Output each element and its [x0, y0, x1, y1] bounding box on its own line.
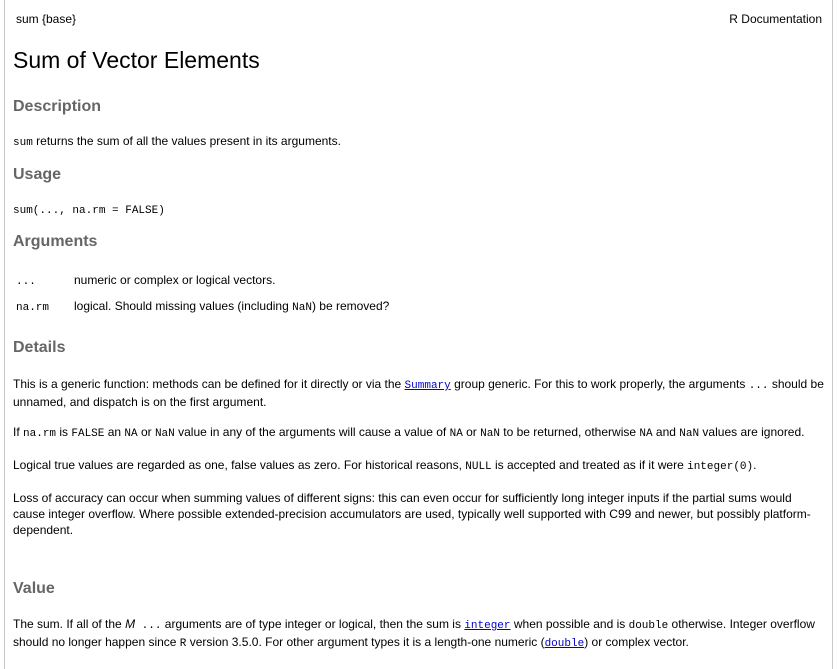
- argument-row: na.rm logical. Should missing values (in…: [13, 293, 389, 319]
- summary-link[interactable]: Summary: [405, 377, 451, 392]
- double-link[interactable]: double: [545, 635, 585, 650]
- value-heading: Value: [13, 580, 55, 597]
- argument-name: na.rm: [16, 301, 50, 314]
- usage-heading: Usage: [13, 166, 62, 183]
- argument-row: ... numeric or complex or logical vector…: [13, 267, 389, 293]
- usage-section: Usage sum(..., na.rm = FALSE): [13, 165, 824, 219]
- usage-code-block: sum(..., na.rm = FALSE): [13, 201, 824, 219]
- arguments-heading: Arguments: [13, 233, 98, 250]
- header-bar: sum {base} R Documentation: [12, 0, 824, 34]
- arguments-table: ... numeric or complex or logical vector…: [13, 267, 389, 319]
- help-page: sum {base} R Documentation Sum of Vector…: [4, 0, 833, 669]
- details-paragraph-2: If na.rm is FALSE an NA or NaN value in …: [13, 425, 805, 440]
- title-section: Sum of Vector Elements: [13, 46, 824, 74]
- arguments-section: Arguments ... numeric or complex or logi…: [13, 232, 824, 319]
- description-heading: Description: [13, 98, 102, 115]
- details-paragraph-1: This is a generic function: methods can …: [13, 377, 824, 409]
- usage-code: sum(..., na.rm = FALSE): [13, 205, 165, 217]
- package-label: sum {base}: [16, 12, 77, 26]
- description-code: sum: [13, 137, 33, 149]
- integer-link[interactable]: integer: [464, 617, 510, 632]
- argument-desc: numeric or complex or logical vectors.: [74, 273, 276, 287]
- description-text: sum returns the sum of all the values pr…: [13, 134, 341, 149]
- value-text: The sum. If all of the M ... arguments a…: [13, 617, 815, 650]
- docs-label: R Documentation: [729, 12, 822, 26]
- page-title: Sum of Vector Elements: [13, 47, 260, 73]
- details-section: Details This is a generic function: meth…: [13, 338, 824, 538]
- argument-name: ...: [16, 275, 36, 288]
- details-heading: Details: [13, 339, 66, 356]
- details-paragraph-4: Loss of accuracy can occur when summing …: [13, 491, 811, 537]
- value-section: Value The sum. If all of the M ... argum…: [13, 579, 824, 652]
- argument-desc: logical. Should missing values (includin…: [74, 298, 390, 314]
- description-section: Description sum returns the sum of all t…: [13, 97, 824, 151]
- details-paragraph-3: Logical true values are regarded as one,…: [13, 458, 757, 473]
